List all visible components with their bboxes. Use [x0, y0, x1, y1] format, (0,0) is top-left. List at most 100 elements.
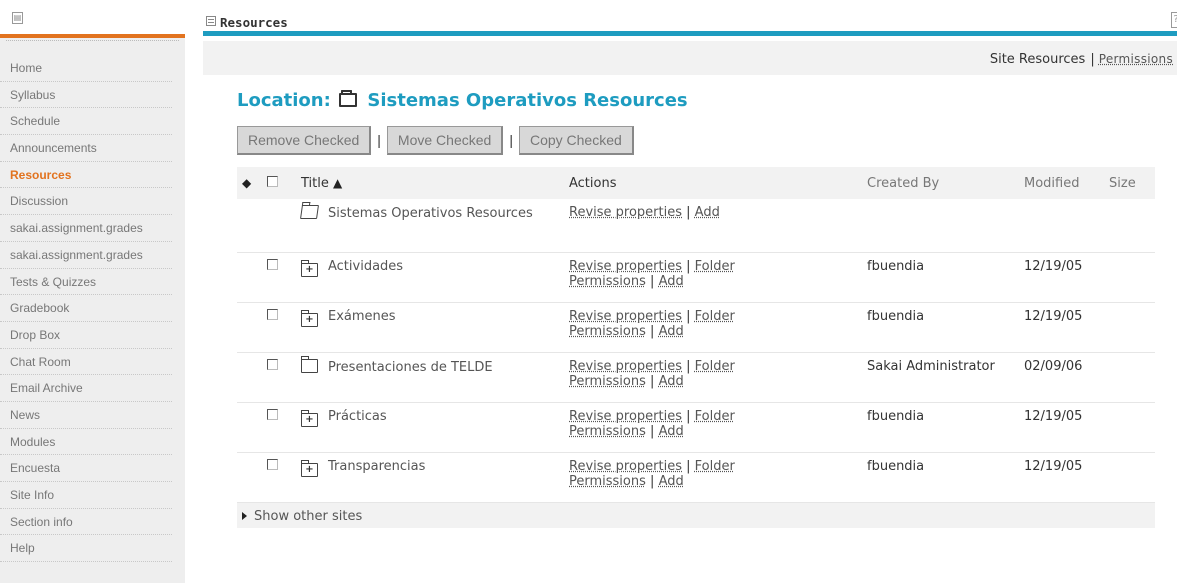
folder-title-link[interactable]: Transparencias — [328, 459, 425, 474]
size-cell — [1109, 452, 1155, 502]
folder-icon[interactable] — [301, 359, 318, 373]
select-all-checkbox[interactable] — [267, 167, 301, 199]
nav-item-10[interactable]: Drop Box — [0, 322, 172, 349]
add-link[interactable]: Add — [659, 424, 684, 439]
nav-item-9[interactable]: Gradebook — [0, 295, 172, 322]
actions-column-header: Actions — [569, 167, 867, 199]
add-link[interactable]: Add — [659, 374, 684, 389]
folder-title-link[interactable]: Prácticas — [328, 409, 387, 424]
nav-item-1[interactable]: Syllabus — [0, 82, 172, 109]
revise-properties-link[interactable]: Revise properties — [569, 409, 682, 424]
nav-list: Home Syllabus Schedule Announcements Resourc… — [0, 55, 185, 562]
nav-item-7[interactable]: sakai.assignment.grades — [0, 242, 172, 269]
link-separator: | — [650, 374, 654, 389]
size-cell — [1109, 302, 1155, 352]
revise-properties-link[interactable]: Revise properties — [569, 259, 682, 274]
nav-item-17[interactable]: Section info — [0, 509, 172, 536]
open-folder-icon[interactable] — [300, 205, 319, 219]
tool-title-bar: Resources ? — [203, 0, 1177, 36]
revise-properties-link[interactable]: Revise properties — [569, 309, 682, 324]
modified-cell: 12/19/05 — [1024, 402, 1109, 452]
nav-item-2[interactable]: Schedule — [0, 108, 172, 135]
site-icon[interactable]: ▤ — [12, 12, 23, 24]
add-link[interactable]: Add — [659, 474, 684, 489]
size-column-header[interactable]: Size — [1109, 167, 1155, 199]
sort-order-icon[interactable]: ◆ — [237, 167, 267, 199]
bulk-actions: Remove Checked | Move Checked | Copy Checked — [237, 126, 634, 155]
modified-cell: 12/19/05 — [1024, 452, 1109, 502]
folder-icon — [339, 93, 357, 107]
created-by-cell: fbuendia — [867, 302, 1024, 352]
link-separator: | — [686, 359, 690, 374]
add-link[interactable]: Add — [659, 324, 684, 339]
table-row: + Prácticas Revise properties | Folder Perm… — [237, 402, 1155, 452]
copy-checked-button[interactable]: Copy Checked — [519, 126, 634, 155]
nav-item-4[interactable]: Resources — [0, 162, 172, 189]
row-checkbox[interactable] — [267, 452, 301, 502]
tool-content: Site Resources | Permissions Location: Sis… — [203, 41, 1177, 557]
nav-item-11[interactable]: Chat Room — [0, 349, 172, 376]
row-checkbox[interactable] — [267, 352, 301, 402]
nav-item-18[interactable]: Help — [0, 535, 172, 562]
main-panel: Resources ? Site Resources | Permissions L… — [203, 0, 1177, 557]
expand-folder-icon[interactable]: + — [301, 413, 318, 427]
move-checked-button[interactable]: Move Checked — [387, 126, 503, 155]
title-cell: + Actividades — [301, 252, 569, 302]
help-icon[interactable]: ? — [1171, 12, 1177, 28]
link-separator: | — [650, 324, 654, 339]
row-checkbox[interactable] — [267, 302, 301, 352]
link-separator: | — [650, 424, 654, 439]
sort-ascending-icon[interactable]: ▲ — [333, 176, 342, 190]
title-column-header[interactable]: Title ▲ — [301, 167, 569, 199]
modified-column-header[interactable]: Modified — [1024, 167, 1109, 199]
remove-checked-button[interactable]: Remove Checked — [237, 126, 371, 155]
revise-properties-link[interactable]: Revise properties — [569, 359, 682, 374]
folder-title-link[interactable]: Presentaciones de TELDE — [328, 360, 493, 375]
add-link[interactable]: Add — [659, 274, 684, 289]
expand-triangle-icon[interactable] — [242, 512, 247, 520]
toolbar-separator: | — [1090, 52, 1094, 67]
table-header-row: ◆ Title ▲ Actions Created By Modified Si… — [237, 167, 1155, 199]
row-checkbox[interactable] — [267, 252, 301, 302]
table-row: + Transparencias Revise properties | Folde… — [237, 452, 1155, 502]
resources-area: Location: Sistemas Operativos Resources … — [203, 75, 1177, 557]
row-checkbox[interactable] — [267, 402, 301, 452]
link-separator: | — [686, 205, 690, 220]
row-actions-cell: Revise properties | Folder Permissions | … — [569, 302, 867, 352]
nav-item-6[interactable]: sakai.assignment.grades — [0, 215, 172, 242]
show-other-sites-label[interactable]: Show other sites — [254, 509, 362, 524]
nav-item-3[interactable]: Announcements — [0, 135, 172, 162]
size-cell — [1109, 402, 1155, 452]
row-actions-cell: Revise properties | Folder Permissions | … — [569, 352, 867, 402]
expand-folder-icon[interactable]: + — [301, 313, 318, 327]
permissions-link[interactable]: Permissions — [1099, 52, 1173, 66]
tool-list-icon — [206, 16, 216, 26]
root-revise-properties-link[interactable]: Revise properties — [569, 205, 682, 220]
left-navigation: ▤ Home Syllabus Schedule Announcements Resou… — [0, 0, 185, 583]
size-cell — [1109, 352, 1155, 402]
show-other-sites-toggle[interactable]: Show other sites — [237, 502, 1155, 528]
nav-item-8[interactable]: Tests & Quizzes — [0, 269, 172, 296]
site-resources-link[interactable]: Site Resources — [990, 52, 1085, 67]
root-add-link[interactable]: Add — [695, 205, 720, 220]
revise-properties-link[interactable]: Revise properties — [569, 459, 682, 474]
nav-item-0[interactable]: Home — [0, 55, 172, 82]
nav-item-15[interactable]: Encuesta — [0, 455, 172, 482]
link-separator: | — [650, 274, 654, 289]
root-actions-cell: Revise properties | Add — [569, 199, 867, 252]
folder-title-link[interactable]: Actividades — [328, 259, 403, 274]
nav-item-5[interactable]: Discussion — [0, 188, 172, 215]
nav-item-13[interactable]: News — [0, 402, 172, 429]
nav-item-12[interactable]: Email Archive — [0, 375, 172, 402]
nav-item-16[interactable]: Site Info — [0, 482, 172, 509]
created-by-column-header[interactable]: Created By — [867, 167, 1024, 199]
expand-folder-icon[interactable]: + — [301, 463, 318, 477]
link-separator: | — [686, 309, 690, 324]
root-folder-title[interactable]: Sistemas Operativos Resources — [328, 206, 533, 221]
table-row: + Exámenes Revise properties | Folder Permi… — [237, 302, 1155, 352]
expand-folder-icon[interactable]: + — [301, 263, 318, 277]
title-cell: + Prácticas — [301, 402, 569, 452]
title-cell: + Exámenes — [301, 302, 569, 352]
nav-item-14[interactable]: Modules — [0, 429, 172, 456]
folder-title-link[interactable]: Exámenes — [328, 309, 396, 324]
